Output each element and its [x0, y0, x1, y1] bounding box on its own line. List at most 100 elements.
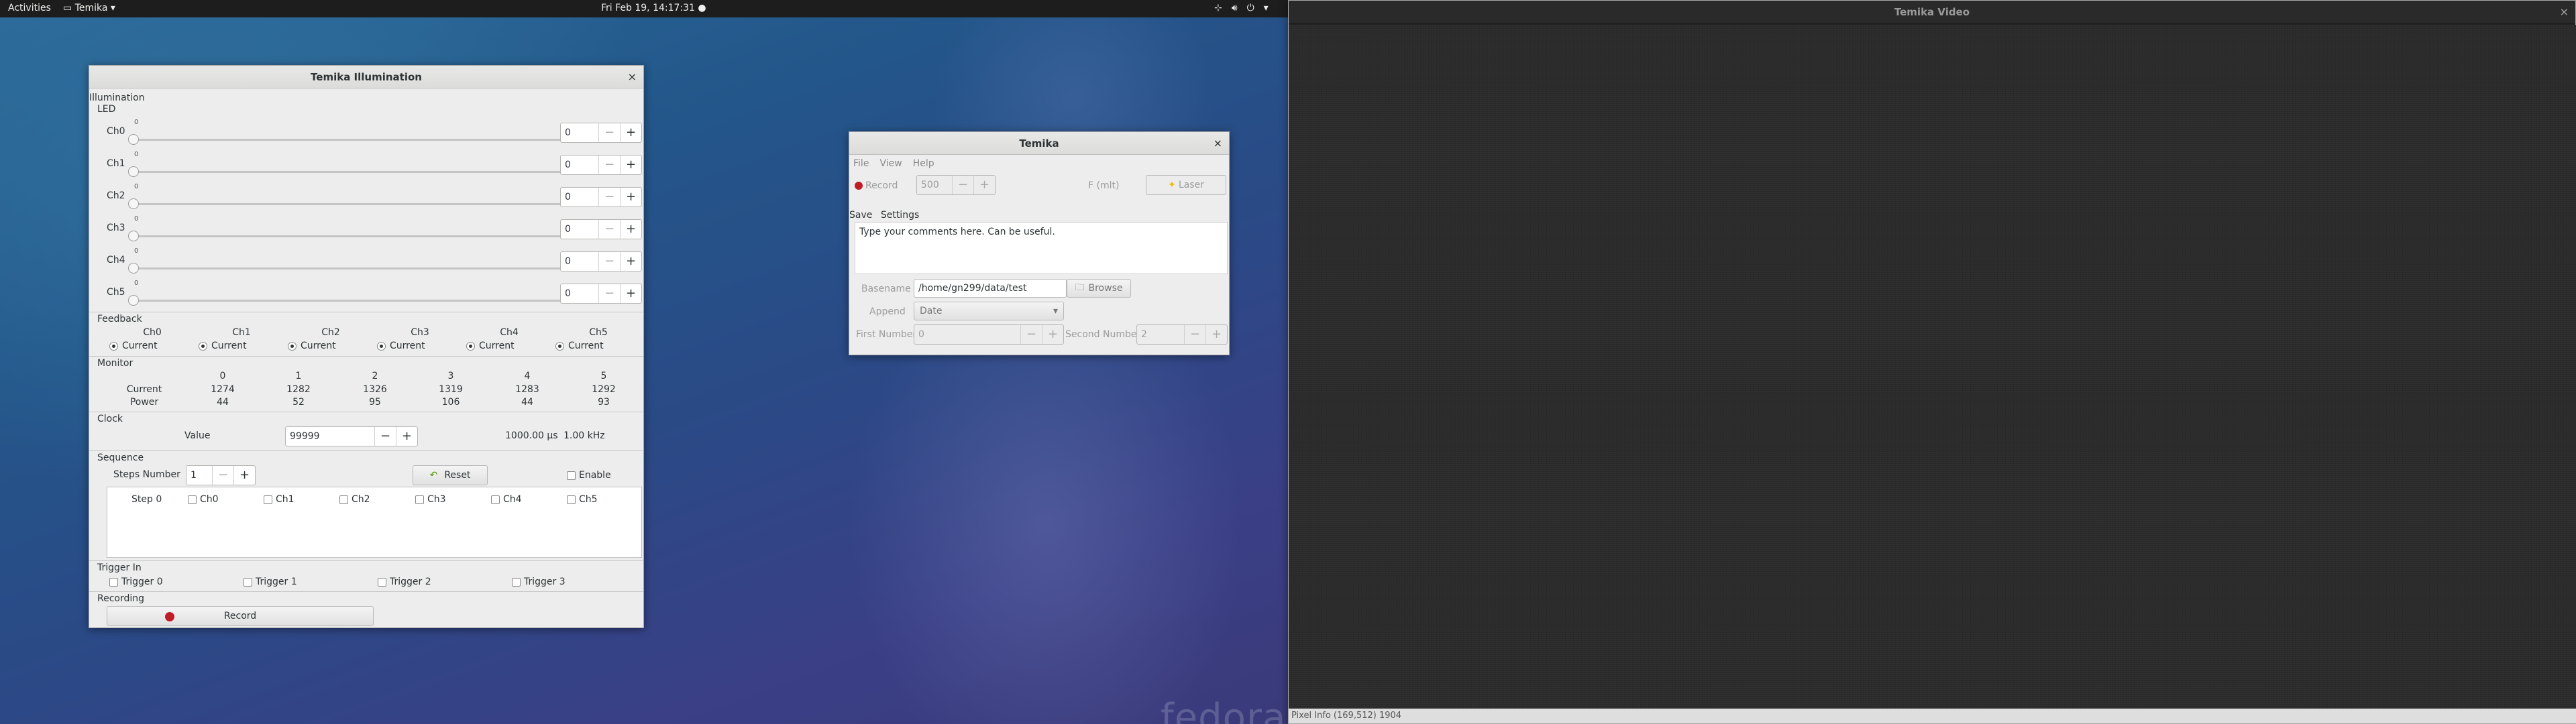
checkbox-icon[interactable] — [244, 577, 252, 587]
frames-spinbox[interactable]: 500 − + — [916, 175, 996, 195]
led-slider-knob[interactable] — [128, 263, 139, 274]
checkbox-icon[interactable] — [491, 495, 500, 504]
record-button[interactable]: Record — [107, 606, 374, 626]
checkbox-icon[interactable] — [109, 577, 118, 587]
minus-icon[interactable]: − — [1184, 325, 1205, 344]
minus-icon[interactable]: − — [598, 220, 620, 239]
led-slider-knob[interactable] — [128, 166, 139, 177]
radio-selected-icon[interactable] — [109, 341, 118, 351]
feedback-radio-current[interactable]: Current — [377, 341, 425, 351]
checkbox-icon[interactable] — [415, 495, 424, 504]
radio-selected-icon[interactable] — [555, 341, 564, 351]
clock-value[interactable]: 99999 — [286, 431, 374, 442]
led-slider-track[interactable] — [132, 235, 595, 237]
radio-selected-icon[interactable] — [288, 341, 297, 351]
frames-value[interactable]: 500 — [917, 180, 952, 190]
reset-button[interactable]: ↶ Reset — [413, 465, 488, 485]
trigger-checkbox[interactable]: Trigger 1 — [244, 577, 297, 587]
video-canvas[interactable] — [1289, 25, 2576, 710]
led-slider-track[interactable] — [132, 300, 595, 302]
minus-icon[interactable]: − — [598, 188, 620, 206]
record-toggle[interactable]: Record — [855, 180, 898, 191]
feedback-radio-current[interactable]: Current — [199, 341, 247, 351]
minus-icon[interactable]: − — [952, 176, 973, 194]
led-slider-knob[interactable] — [128, 231, 139, 241]
append-select[interactable]: Date ▾ — [914, 302, 1064, 320]
close-icon[interactable]: × — [1214, 132, 1222, 155]
plus-icon[interactable]: + — [973, 176, 995, 194]
led-slider-track[interactable] — [132, 139, 595, 141]
first-number-value[interactable]: 0 — [914, 329, 1020, 340]
led-spinbox[interactable]: 0 − + — [560, 123, 642, 143]
laser-toggle[interactable]: ✦ Laser — [1146, 175, 1226, 195]
close-icon[interactable]: × — [2560, 1, 2569, 23]
plus-icon[interactable]: + — [620, 220, 641, 239]
plus-icon[interactable]: + — [620, 284, 641, 303]
tab-save[interactable]: Save — [849, 210, 872, 221]
spin-value[interactable]: 0 — [561, 192, 598, 202]
led-slider-track[interactable] — [132, 203, 595, 205]
checkbox-icon[interactable] — [188, 495, 197, 504]
feedback-radio-current[interactable]: Current — [288, 341, 336, 351]
clock[interactable]: Fri Feb 19, 14:17:31 ● — [601, 3, 706, 13]
plus-icon[interactable]: + — [620, 188, 641, 206]
comments-textarea[interactable]: Type your comments here. Can be useful. — [855, 222, 1228, 274]
basename-input[interactable]: /home/gn299/data/test — [914, 279, 1067, 298]
activities-button[interactable]: Activities — [8, 3, 51, 13]
system-menu[interactable]: ⊹ 🔊︎ ⏻ ▾ — [1205, 3, 1269, 13]
checkbox-icon[interactable] — [339, 495, 348, 504]
plus-icon[interactable]: + — [620, 252, 641, 271]
spin-value[interactable]: 0 — [561, 256, 598, 267]
plus-icon[interactable]: + — [1205, 325, 1227, 344]
plus-icon[interactable]: + — [620, 156, 641, 174]
minus-icon[interactable]: − — [598, 156, 620, 174]
illumination-titlebar[interactable]: Temika Illumination × — [89, 66, 643, 88]
browse-button[interactable]: 🗀 Browse — [1067, 279, 1131, 298]
minus-icon[interactable]: − — [374, 427, 396, 446]
radio-selected-icon[interactable] — [377, 341, 386, 351]
led-slider-knob[interactable] — [128, 134, 139, 145]
spin-value[interactable]: 0 — [561, 288, 598, 299]
step-channel-checkbox[interactable]: Ch4 — [491, 494, 522, 505]
minus-icon[interactable]: − — [212, 466, 233, 485]
trigger-checkbox[interactable]: Trigger 2 — [378, 577, 431, 587]
minus-icon[interactable]: − — [598, 123, 620, 142]
sequence-enable-checkbox[interactable]: Enable — [567, 470, 611, 481]
first-number-spinbox[interactable]: 0 − + — [914, 324, 1064, 345]
radio-selected-icon[interactable] — [199, 341, 207, 351]
plus-icon[interactable]: + — [1042, 325, 1063, 344]
checkbox-icon[interactable] — [512, 577, 521, 587]
steps-number-spinbox[interactable]: 1 − + — [186, 465, 256, 485]
spin-value[interactable]: 0 — [561, 160, 598, 170]
spin-value[interactable]: 0 — [561, 224, 598, 235]
led-spinbox[interactable]: 0 − + — [560, 187, 642, 207]
plus-icon[interactable]: + — [233, 466, 255, 485]
led-spinbox[interactable]: 0 − + — [560, 284, 642, 304]
trigger-checkbox[interactable]: Trigger 3 — [512, 577, 566, 587]
plus-icon[interactable]: + — [396, 427, 417, 446]
checkbox-icon[interactable] — [567, 495, 576, 504]
led-slider-track[interactable] — [132, 267, 595, 269]
checkbox-icon[interactable] — [378, 577, 386, 587]
second-number-value[interactable]: 2 — [1137, 329, 1184, 340]
checkbox-icon[interactable] — [264, 495, 272, 504]
led-spinbox[interactable]: 0 − + — [560, 219, 642, 239]
temika-titlebar[interactable]: Temika × — [849, 132, 1229, 155]
led-spinbox[interactable]: 0 − + — [560, 251, 642, 272]
menu-help[interactable]: Help — [913, 158, 934, 169]
led-slider-knob[interactable] — [128, 295, 139, 306]
close-icon[interactable]: × — [628, 66, 637, 88]
feedback-radio-current[interactable]: Current — [109, 341, 158, 351]
led-slider-track[interactable] — [132, 171, 595, 173]
clock-spinbox[interactable]: 99999 − + — [285, 426, 418, 446]
trigger-checkbox[interactable]: Trigger 0 — [109, 577, 163, 587]
step-channel-checkbox[interactable]: Ch2 — [339, 494, 370, 505]
sequence-steps-list[interactable]: Step 0 Ch0 Ch1 Ch2 Ch3 Ch4 Ch5 — [107, 487, 642, 558]
step-channel-checkbox[interactable]: Ch5 — [567, 494, 598, 505]
step-channel-checkbox[interactable]: Ch1 — [264, 494, 294, 505]
menu-view[interactable]: View — [879, 158, 902, 169]
radio-selected-icon[interactable] — [466, 341, 475, 351]
app-menu[interactable]: ▭ Temika ▾ — [63, 3, 115, 13]
spin-value[interactable]: 0 — [561, 127, 598, 138]
minus-icon[interactable]: − — [598, 284, 620, 303]
